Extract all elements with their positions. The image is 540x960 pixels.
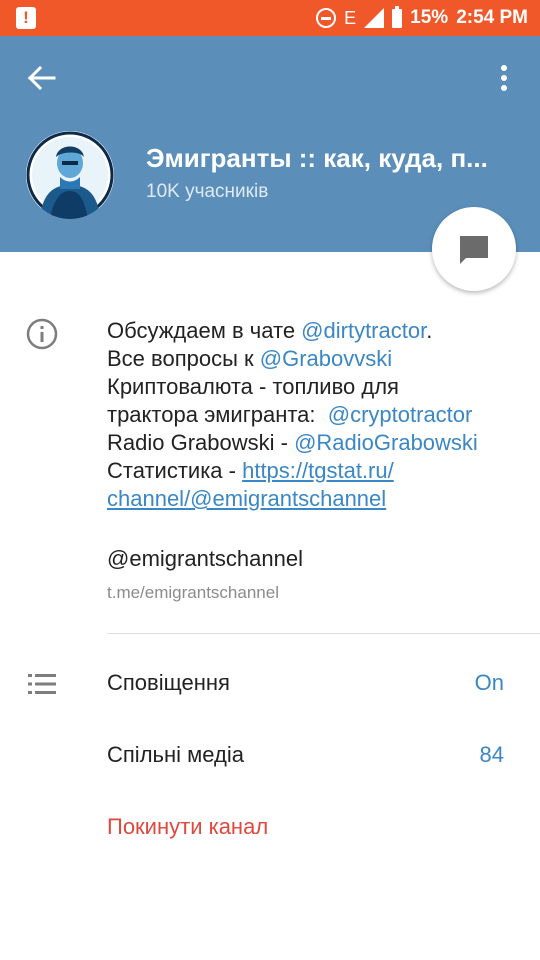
- desc-text: трактора эмигранта:: [107, 402, 328, 427]
- url-link[interactable]: channel/@emigrantschannel: [107, 486, 386, 511]
- status-bar: ! E 15% 2:54 PM: [0, 0, 540, 36]
- leave-channel-button[interactable]: Покинути канал: [107, 814, 268, 840]
- signal-icon: [364, 8, 385, 28]
- channel-link: t.me/emigrantschannel: [107, 583, 279, 602]
- desc-text: .: [426, 318, 433, 343]
- avatar-image: [26, 131, 114, 219]
- do-not-disturb-icon: [316, 8, 337, 28]
- clock: 2:54 PM: [456, 7, 528, 28]
- shared-media-count[interactable]: 84: [480, 742, 504, 768]
- battery-icon: [392, 5, 403, 28]
- mention-link[interactable]: @RadioGrabowski: [294, 430, 478, 455]
- channel-username[interactable]: @emigrantschannel: [107, 546, 303, 572]
- channel-description: Обсуждаем в чате @dirtytractor. Все вопр…: [107, 317, 532, 513]
- mention-link[interactable]: @dirtytractor: [301, 318, 426, 343]
- mention-link[interactable]: @cryptotractor: [328, 402, 473, 427]
- desc-text: Все вопросы к: [107, 346, 260, 371]
- battery-level: 15%: [410, 7, 449, 28]
- desc-text: Статистика -: [107, 458, 243, 483]
- alert-icon: !: [16, 7, 36, 29]
- desc-text: Обсуждаем в чате: [107, 318, 302, 343]
- open-chat-button[interactable]: [432, 207, 516, 291]
- desc-text: Криптовалюта - топливо для: [107, 374, 399, 399]
- list-icon: [28, 674, 56, 694]
- message-icon: [460, 236, 488, 264]
- url-link[interactable]: https://tgstat.ru/: [242, 458, 394, 483]
- notifications-value[interactable]: On: [475, 670, 504, 696]
- channel-avatar[interactable]: [26, 131, 114, 219]
- divider: [107, 633, 540, 634]
- network-type: E: [344, 7, 357, 28]
- info-icon: [26, 318, 58, 350]
- member-count: 10K учасників: [146, 181, 269, 202]
- mention-link[interactable]: @Grabovvski: [260, 346, 392, 371]
- notifications-label[interactable]: Сповіщення: [107, 670, 230, 696]
- back-arrow-icon[interactable]: [26, 62, 58, 94]
- channel-title: Эмигранты :: как, куда, п...: [146, 143, 488, 173]
- desc-text: Radio Grabowski -: [107, 430, 295, 455]
- shared-media-label[interactable]: Спільні медіа: [107, 742, 244, 768]
- more-options-icon[interactable]: [494, 62, 514, 94]
